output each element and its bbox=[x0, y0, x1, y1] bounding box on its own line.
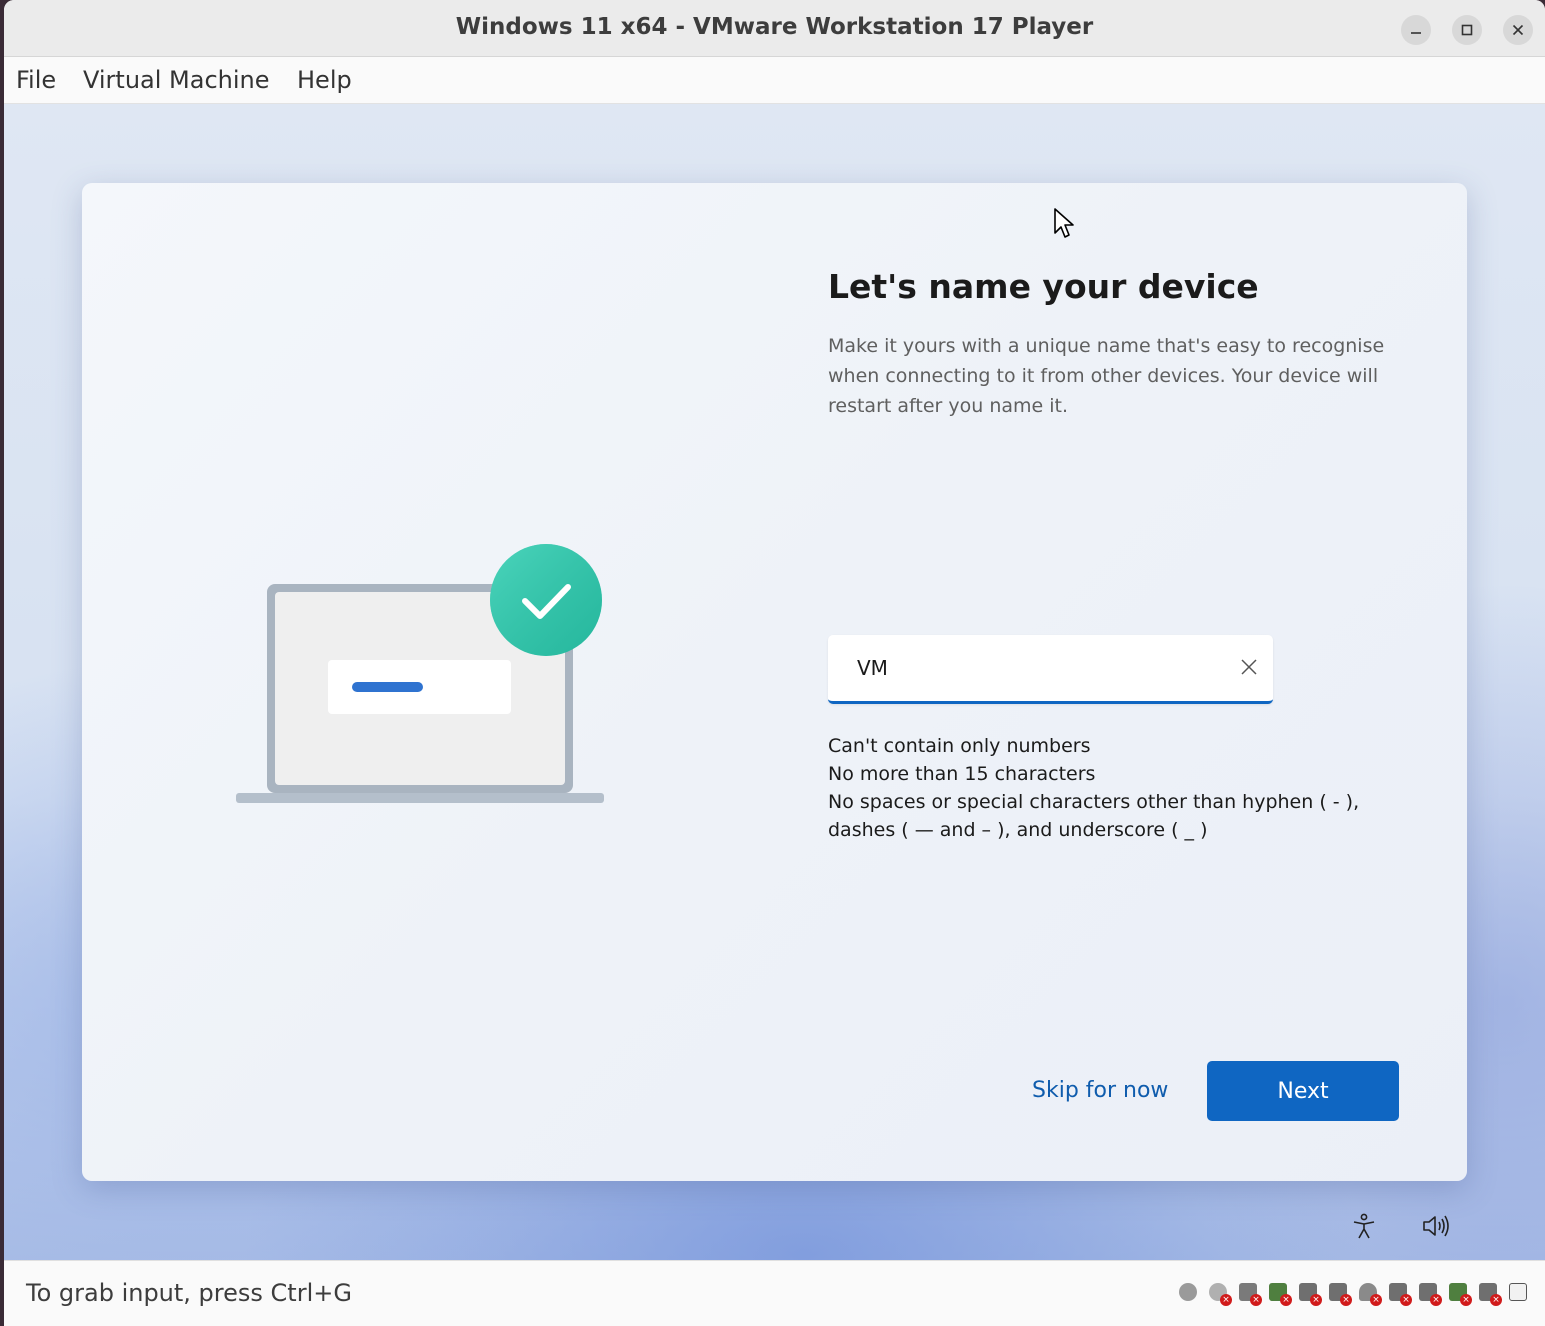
menu-virtual-machine[interactable]: Virtual Machine bbox=[83, 66, 270, 94]
rule-item: No more than 15 characters bbox=[828, 763, 1096, 785]
usb-1-icon[interactable]: × bbox=[1327, 1281, 1352, 1306]
volume-icon[interactable] bbox=[1419, 1209, 1453, 1243]
guest-screen[interactable]: Let's name your device Make it yours wit… bbox=[4, 104, 1545, 1260]
rule-item: No spaces or special characters other th… bbox=[828, 791, 1360, 841]
close-icon bbox=[1512, 24, 1524, 36]
next-button[interactable]: Next bbox=[1207, 1061, 1399, 1121]
close-button[interactable] bbox=[1503, 15, 1533, 45]
accessibility-icon[interactable] bbox=[1347, 1209, 1381, 1243]
device-icons: × × × × × × × × × × bbox=[1177, 1281, 1531, 1306]
network-adapter-2-icon[interactable]: × bbox=[1267, 1281, 1292, 1306]
title-bar[interactable]: Windows 11 x64 - VMware Workstation 17 P… bbox=[4, 0, 1545, 57]
maximize-button[interactable] bbox=[1452, 15, 1482, 45]
display-icon[interactable] bbox=[1507, 1281, 1531, 1305]
usb-3-icon[interactable]: × bbox=[1417, 1281, 1442, 1306]
usb-controller-icon[interactable]: × bbox=[1297, 1281, 1322, 1306]
status-bar: To grab input, press Ctrl+G × × × × × × … bbox=[4, 1260, 1545, 1326]
close-icon bbox=[1241, 659, 1257, 675]
printer-icon[interactable]: × bbox=[1447, 1281, 1472, 1306]
hard-disk-icon[interactable] bbox=[1177, 1281, 1201, 1305]
device-name-input[interactable]: VM bbox=[828, 635, 1273, 704]
maximize-icon bbox=[1461, 24, 1473, 36]
laptop-check-illustration bbox=[236, 544, 604, 803]
mouse-cursor-icon bbox=[1054, 208, 1074, 238]
page-title: Let's name your device bbox=[828, 267, 1259, 306]
device-name-value[interactable]: VM bbox=[857, 656, 888, 680]
vmware-window: Windows 11 x64 - VMware Workstation 17 P… bbox=[4, 0, 1545, 1326]
window-title: Windows 11 x64 - VMware Workstation 17 P… bbox=[455, 14, 1094, 40]
rule-item: Can't contain only numbers bbox=[828, 735, 1091, 757]
menu-help[interactable]: Help bbox=[297, 66, 352, 94]
usb-2-icon[interactable]: × bbox=[1387, 1281, 1412, 1306]
name-rules: Can't contain only numbers No more than … bbox=[828, 732, 1428, 844]
accessibility-glyph bbox=[1353, 1213, 1375, 1239]
sound-card-icon[interactable]: × bbox=[1477, 1281, 1502, 1306]
network-adapter-icon[interactable]: × bbox=[1237, 1281, 1262, 1306]
clear-input-button[interactable] bbox=[1237, 655, 1261, 679]
skip-for-now-link[interactable]: Skip for now bbox=[1032, 1078, 1168, 1103]
oobe-card: Let's name your device Make it yours wit… bbox=[82, 183, 1467, 1181]
wireless-icon[interactable]: × bbox=[1357, 1281, 1382, 1306]
grab-input-hint: To grab input, press Ctrl+G bbox=[26, 1279, 352, 1307]
minimize-button[interactable] bbox=[1401, 15, 1431, 45]
minimize-icon bbox=[1411, 32, 1421, 34]
menu-file[interactable]: File bbox=[16, 66, 56, 94]
menu-bar: File Virtual Machine Help bbox=[4, 57, 1545, 104]
page-description: Make it yours with a unique name that's … bbox=[828, 335, 1385, 417]
speaker-glyph bbox=[1423, 1215, 1449, 1237]
cd-dvd-icon[interactable]: × bbox=[1207, 1281, 1232, 1306]
